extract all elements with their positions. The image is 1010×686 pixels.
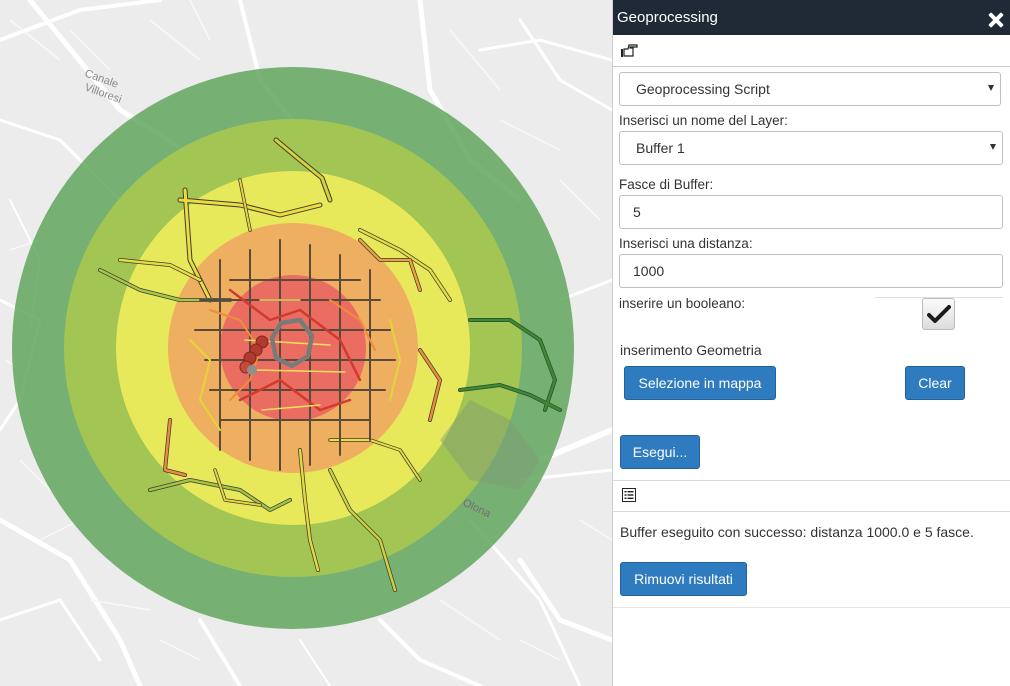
panel-title: Geoprocessing bbox=[617, 9, 718, 26]
remove-results-button[interactable]: Rimuovi risultati bbox=[620, 562, 747, 596]
layer-name-label: Inserisci un nome del Layer: bbox=[619, 113, 788, 128]
select-in-map-button[interactable]: Selezione in mappa bbox=[624, 366, 776, 400]
chevron-down-icon bbox=[990, 144, 996, 150]
map-canvas[interactable]: Canale Villoresi Olona bbox=[0, 0, 612, 686]
boolean-row: inserire un booleano: bbox=[619, 296, 1003, 341]
clear-button[interactable]: Clear bbox=[905, 366, 965, 400]
script-select-value: Geoprocessing Script bbox=[636, 81, 770, 97]
close-icon[interactable] bbox=[986, 10, 1006, 30]
geoprocessing-panel: Geoprocessing Geoprocessing Script Inser… bbox=[612, 0, 1010, 686]
geometry-label: inserimento Geometria bbox=[620, 342, 762, 358]
checkmark-icon bbox=[926, 305, 951, 323]
distance-input[interactable]: 1000 bbox=[619, 254, 1003, 288]
panel-titlebar: Geoprocessing bbox=[613, 0, 1010, 35]
run-button[interactable]: Esegui... bbox=[620, 435, 700, 469]
results-top-divider bbox=[613, 480, 1010, 481]
results-header-divider bbox=[613, 511, 1010, 512]
tool-section-header[interactable] bbox=[613, 35, 1010, 67]
panel-bottom-divider bbox=[613, 607, 1010, 608]
buffer-bands-label: Fasce di Buffer: bbox=[619, 177, 714, 192]
buffer-bands-value: 5 bbox=[633, 204, 641, 220]
pointing-hand-icon bbox=[621, 43, 638, 57]
map-view[interactable]: Canale Villoresi Olona bbox=[0, 0, 612, 686]
layer-select-value: Buffer 1 bbox=[636, 140, 685, 156]
distance-value: 1000 bbox=[633, 263, 665, 279]
buffer-bands-input[interactable]: 5 bbox=[619, 195, 1003, 229]
layer-select[interactable]: Buffer 1 bbox=[619, 131, 1003, 165]
list-icon bbox=[622, 488, 636, 502]
boolean-label: inserire un booleano: bbox=[619, 296, 746, 311]
result-message: Buffer eseguito con successo: distanza 1… bbox=[620, 524, 974, 540]
script-select[interactable]: Geoprocessing Script bbox=[619, 72, 1001, 106]
boolean-checkbox[interactable] bbox=[922, 298, 955, 330]
distance-label: Inserisci una distanza: bbox=[619, 236, 753, 251]
chevron-down-icon bbox=[988, 85, 994, 91]
results-section-header[interactable] bbox=[622, 488, 636, 507]
